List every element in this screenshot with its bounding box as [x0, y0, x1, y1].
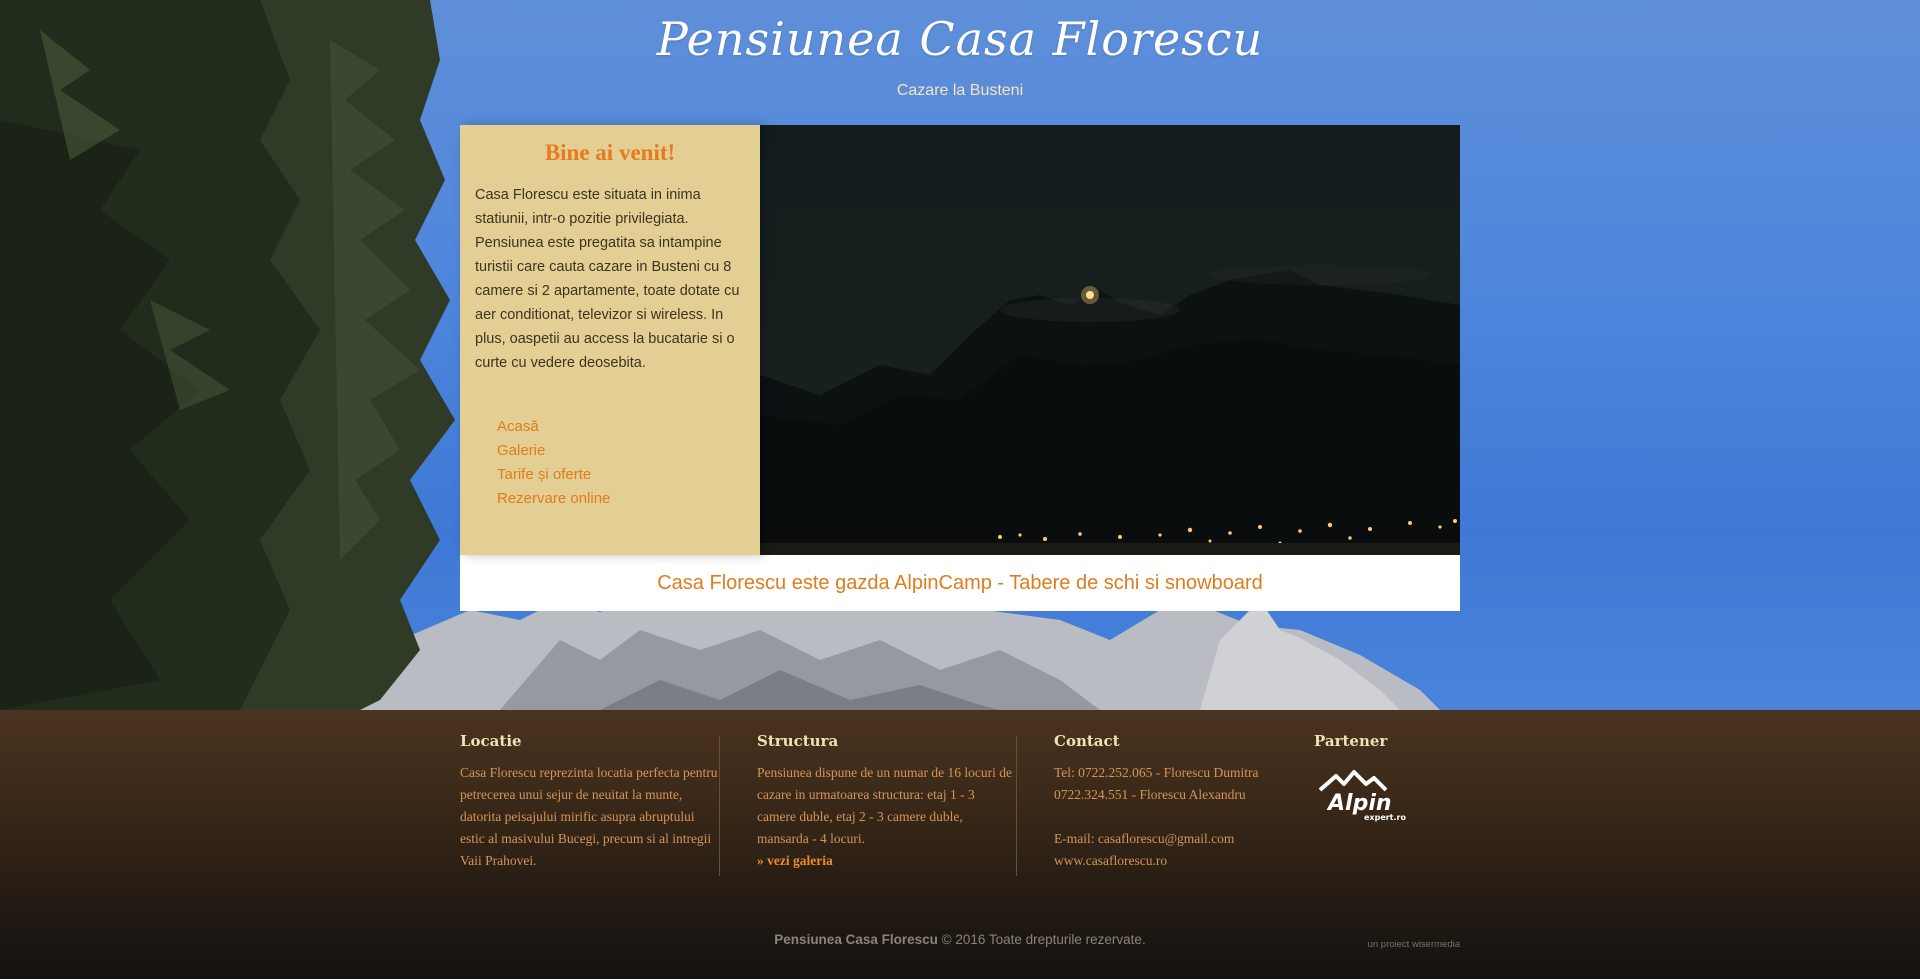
footer-contact: Contact Tel: 0722.252.065 - Florescu Dum… — [1054, 732, 1312, 872]
alpin-expert-logo-icon: Alpin expert.ro — [1318, 770, 1406, 822]
contact-phone-2: 0722.324.551 - Florescu Alexandru — [1054, 787, 1246, 802]
footer-divider — [1016, 736, 1017, 876]
footer-location-title: Locatie — [460, 732, 522, 750]
credit-link[interactable]: un proiect wisermedia — [1354, 939, 1460, 950]
contact-phone-1: Tel: 0722.252.065 - Florescu Dumitra — [1054, 765, 1259, 780]
footer-location-text: Casa Florescu reprezinta locatia perfect… — [460, 765, 718, 868]
copyright-brand: Pensiunea Casa Florescu — [774, 932, 938, 947]
copyright-text: © 2016 Toate drepturile rezervate. — [937, 932, 1146, 947]
nav-item-tarife[interactable]: Tarife și oferte — [497, 463, 760, 487]
alpin-logo-subtext: expert.ro — [1364, 813, 1406, 822]
footer: Locatie Casa Florescu reprezinta locatia… — [0, 710, 1920, 979]
footer-partner-title: Partener — [1314, 732, 1388, 750]
welcome-text: Casa Florescu este situata in inima stat… — [475, 187, 740, 371]
welcome-panel: Bine ai venit! Casa Florescu este situat… — [460, 125, 760, 555]
contact-email[interactable]: E-mail: casaflorescu@gmail.com — [1054, 828, 1312, 850]
footer-contact-title: Contact — [1054, 732, 1120, 750]
nav-item-rezervare[interactable]: Rezervare online — [497, 487, 760, 511]
site-tagline: Cazare la Busteni — [896, 82, 1024, 99]
side-nav: Acasă Galerie Tarife și oferte Rezervare… — [497, 415, 760, 511]
footer-divider — [719, 736, 720, 876]
copyright: Pensiunea Casa Florescu © 2016 Toate dre… — [0, 932, 1920, 947]
nav-item-galerie[interactable]: Galerie — [497, 439, 760, 463]
site-title[interactable]: Pensiunea Casa Florescu — [0, 12, 1920, 66]
footer-structure: Structura Pensiunea dispune de un numar … — [757, 732, 1015, 872]
alpincamp-banner-link[interactable]: Casa Florescu este gazda AlpinCamp - Tab… — [460, 555, 1460, 611]
welcome-title: Bine ai venit! — [544, 140, 676, 165]
night-mountain-image — [760, 265, 1460, 555]
nav-item-acasa[interactable]: Acasă — [497, 415, 760, 439]
footer-partner: Partener Alpin expert.ro — [1314, 732, 1460, 829]
alpin-expert-logo[interactable]: Alpin expert.ro — [1314, 768, 1460, 829]
footer-structure-title: Structura — [757, 732, 839, 750]
footer-location: Locatie Casa Florescu reprezinta locatia… — [460, 732, 718, 872]
view-gallery-link[interactable]: » vezi galeria — [757, 853, 833, 868]
contact-website[interactable]: www.casaflorescu.ro — [1054, 850, 1312, 872]
footer-structure-text: Pensiunea dispune de un numar de 16 locu… — [757, 765, 1012, 846]
hero-photo — [760, 125, 1460, 555]
